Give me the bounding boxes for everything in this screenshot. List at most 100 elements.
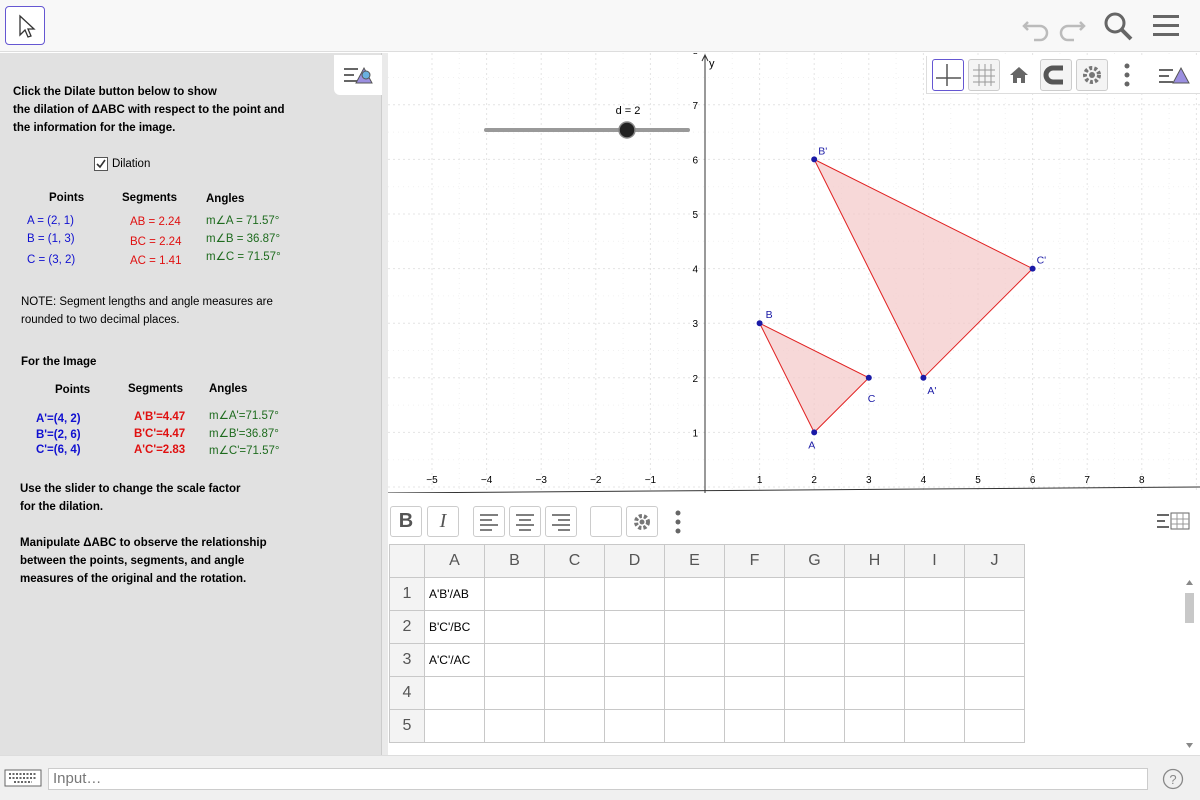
spreadsheet-cell[interactable]	[784, 709, 845, 743]
align-right-button[interactable]	[545, 506, 577, 537]
spreadsheet-cell[interactable]	[904, 709, 965, 743]
spreadsheet-cell[interactable]	[544, 709, 605, 743]
more-options-icon[interactable]	[1122, 62, 1132, 88]
column-header[interactable]: J	[964, 544, 1025, 578]
scroll-up-icon[interactable]	[1186, 580, 1193, 585]
italic-button[interactable]: I	[427, 506, 459, 537]
spreadsheet-cell[interactable]	[544, 643, 605, 677]
spreadsheet-cell[interactable]	[424, 709, 485, 743]
spreadsheet-cell[interactable]	[664, 676, 725, 710]
coordinate-plane[interactable]: y −5 −4 −3 −2 −1 1 2 3 4 5 6 7 8 1 2 3 4 5 6 7 8 d = 2 A B C A…	[387, 22, 1200, 494]
bold-button[interactable]: B	[390, 506, 422, 537]
spreadsheet-cell[interactable]: A'C'/AC	[424, 643, 485, 677]
column-header[interactable]: C	[544, 544, 605, 578]
scrollbar-track[interactable]	[1183, 577, 1196, 753]
search-icon[interactable]	[1102, 10, 1134, 42]
spreadsheet-cell[interactable]	[964, 676, 1025, 710]
spreadsheet-cell[interactable]	[784, 676, 845, 710]
spreadsheet-cell[interactable]	[724, 643, 785, 677]
spreadsheet-cell[interactable]	[964, 577, 1025, 611]
spreadsheet-cell[interactable]	[784, 643, 845, 677]
spreadsheet-cell[interactable]	[784, 610, 845, 644]
spreadsheet-cell[interactable]	[844, 577, 905, 611]
spreadsheet-cell[interactable]	[904, 676, 965, 710]
point-a-prime[interactable]	[920, 374, 927, 381]
graphics-settings-button[interactable]	[1076, 59, 1108, 91]
column-header[interactable]: F	[724, 544, 785, 578]
spreadsheet-cell[interactable]	[844, 610, 905, 644]
spreadsheet-cell[interactable]	[604, 709, 665, 743]
point-b-prime[interactable]	[811, 156, 818, 163]
row-header[interactable]: 2	[389, 610, 425, 644]
spreadsheet-cell[interactable]	[604, 610, 665, 644]
undo-icon[interactable]	[1020, 10, 1052, 42]
align-left-button[interactable]	[473, 506, 505, 537]
spreadsheet-cell[interactable]	[904, 610, 965, 644]
spreadsheet-cell[interactable]	[964, 709, 1025, 743]
spreadsheet-cell[interactable]	[544, 676, 605, 710]
spreadsheet-cell[interactable]	[844, 709, 905, 743]
row-header[interactable]: 3	[389, 643, 425, 677]
point-capturing-button[interactable]	[1040, 59, 1072, 91]
column-header[interactable]: I	[904, 544, 965, 578]
spreadsheet-cell[interactable]	[484, 709, 545, 743]
spreadsheet-cell[interactable]	[724, 577, 785, 611]
scrollbar-thumb[interactable]	[1185, 593, 1194, 623]
spreadsheet-cell[interactable]	[904, 643, 965, 677]
point-a[interactable]	[811, 429, 818, 436]
spreadsheet-cell[interactable]	[724, 709, 785, 743]
spreadsheet-cell[interactable]	[604, 676, 665, 710]
row-header[interactable]: 1	[389, 577, 425, 611]
spreadsheet-cell[interactable]	[664, 610, 725, 644]
spreadsheet-style-toggle-icon[interactable]	[1155, 510, 1191, 534]
column-header[interactable]: E	[664, 544, 725, 578]
scroll-down-icon[interactable]	[1186, 743, 1193, 748]
show-grid-button[interactable]	[968, 59, 1000, 91]
spreadsheet-cell[interactable]	[844, 676, 905, 710]
keyboard-icon[interactable]	[4, 769, 42, 789]
point-b[interactable]	[756, 320, 763, 327]
spreadsheet-cell[interactable]	[544, 610, 605, 644]
algebra-style-bar-button[interactable]	[334, 55, 382, 95]
spreadsheet-cell[interactable]	[604, 643, 665, 677]
more-options-icon[interactable]	[673, 509, 683, 535]
triangle-image[interactable]	[813, 158, 1034, 379]
move-tool-button[interactable]	[5, 6, 45, 45]
align-center-button[interactable]	[509, 506, 541, 537]
spreadsheet-cell[interactable]	[484, 676, 545, 710]
style-bar-toggle-icon[interactable]	[1157, 61, 1193, 89]
cell-color-button[interactable]	[590, 506, 622, 537]
spreadsheet-grid[interactable]: A B C D E F G H I J 1 A'B'/AB 2 B'C'/BC 3 A'C…	[389, 544, 1025, 743]
spreadsheet-cell[interactable]	[664, 577, 725, 611]
spreadsheet-cell[interactable]	[904, 577, 965, 611]
input-field[interactable]: Input…	[48, 768, 1148, 790]
spreadsheet-cell[interactable]	[664, 709, 725, 743]
spreadsheet-cell[interactable]: B'C'/BC	[424, 610, 485, 644]
spreadsheet-cell[interactable]	[604, 577, 665, 611]
checkbox-checked-icon[interactable]	[94, 157, 108, 171]
row-header[interactable]: 5	[389, 709, 425, 743]
spreadsheet-cell[interactable]	[544, 577, 605, 611]
column-header[interactable]: D	[604, 544, 665, 578]
spreadsheet-cell[interactable]	[844, 643, 905, 677]
spreadsheet-cell[interactable]	[484, 610, 545, 644]
spreadsheet-cell[interactable]	[964, 610, 1025, 644]
column-header[interactable]: A	[424, 544, 485, 578]
spreadsheet-cell[interactable]	[484, 577, 545, 611]
row-header[interactable]: 4	[389, 676, 425, 710]
show-axes-button[interactable]	[932, 59, 964, 91]
corner-cell[interactable]	[389, 544, 425, 578]
spreadsheet-cell[interactable]	[424, 676, 485, 710]
point-c-prime[interactable]	[1029, 265, 1036, 272]
home-icon[interactable]	[1008, 64, 1030, 86]
column-header[interactable]: H	[844, 544, 905, 578]
menu-icon[interactable]	[1150, 10, 1182, 42]
spreadsheet-cell[interactable]: A'B'/AB	[424, 577, 485, 611]
spreadsheet-cell[interactable]	[664, 643, 725, 677]
slider-handle[interactable]	[618, 121, 636, 139]
point-c[interactable]	[865, 374, 872, 381]
spreadsheet-cell[interactable]	[484, 643, 545, 677]
spreadsheet-scrollbar[interactable]	[1183, 577, 1196, 753]
column-header[interactable]: G	[784, 544, 845, 578]
spreadsheet-cell[interactable]	[784, 577, 845, 611]
